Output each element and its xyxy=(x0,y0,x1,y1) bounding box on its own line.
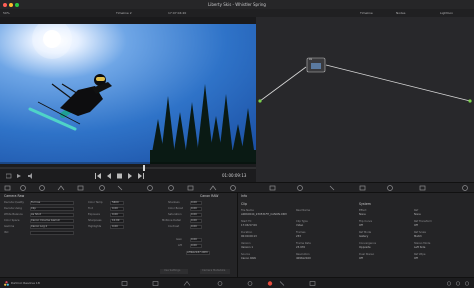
node-editor[interactable]: 01 xyxy=(256,17,474,182)
raw-right-label: Color Boost xyxy=(168,207,183,210)
raw-right-value: 0.00 xyxy=(191,201,197,204)
raw-right-label: Lift xyxy=(178,244,183,247)
raw-right-label: Shadows xyxy=(168,201,180,204)
raw-row-value: Canon Log 2 xyxy=(31,225,48,228)
raw-right-label: Midtone Detail xyxy=(162,219,181,222)
settings-icons[interactable] xyxy=(446,281,470,286)
node-graph xyxy=(258,57,472,103)
raw-row-label: Decode Quality xyxy=(4,201,24,204)
camera-raw-panel: Camera Raw Decode Quality Full res Decod… xyxy=(0,193,237,277)
info-value: Off xyxy=(414,224,418,227)
info-value: 233 xyxy=(296,235,301,238)
toolbar-nodes[interactable]: Nodes xyxy=(396,11,405,15)
clip-header: Clip xyxy=(241,202,248,206)
canon-raw-header: Canon RAW xyxy=(200,194,219,198)
raw-right-value: 0.00 xyxy=(191,213,197,216)
playhead[interactable] xyxy=(143,165,145,171)
raw-right-value: 0.00 xyxy=(191,244,197,247)
info-value: Opposite xyxy=(359,246,371,249)
window-title: Liberty Skis - Whistler Spring xyxy=(208,2,266,7)
toolbar-timeline[interactable]: Timeline xyxy=(360,11,373,15)
info-value: Off xyxy=(359,257,363,260)
page-tabs[interactable] xyxy=(120,280,370,287)
page-navigation-bar: DaVinci Resolve 18 xyxy=(0,277,474,288)
raw-mid-label: Highlights xyxy=(88,225,102,228)
zoom-level[interactable]: 50% xyxy=(3,11,10,15)
use-settings-label: Use Settings xyxy=(164,269,181,272)
raw-right-label: Gain xyxy=(176,238,182,241)
node-label[interactable]: 01 xyxy=(309,58,312,61)
resolve-logo-icon xyxy=(4,281,9,286)
title-bar: Liberty Skis - Whistler Spring xyxy=(0,0,474,9)
raw-right-label: Saturation xyxy=(168,213,182,216)
info-value: 00:00:09:13 xyxy=(241,235,257,238)
camera-metadata-label: Camera Metadata xyxy=(202,269,226,272)
info-value: 23.976 xyxy=(296,246,306,249)
raw-right-value: 0.00 xyxy=(191,238,197,241)
raw-mid-value: 10.00 xyxy=(112,219,120,222)
info-panel: Info Clip System File Name A006C044_2305… xyxy=(237,193,474,277)
info-header: Info xyxy=(241,194,248,198)
info-value: Off xyxy=(359,224,363,227)
raw-row-label: Color Space xyxy=(4,219,20,222)
info-value: Match xyxy=(414,235,422,238)
info-value: 17:06:57:09 xyxy=(241,224,257,227)
raw-right-label: Contrast xyxy=(168,225,180,228)
raw-row-label: Gamma xyxy=(4,225,15,228)
decode-using-select[interactable] xyxy=(30,207,74,211)
info-value: None xyxy=(414,213,421,216)
app-name: DaVinci Resolve 18 xyxy=(11,281,40,285)
video-viewer[interactable] xyxy=(0,24,256,164)
system-header: System xyxy=(359,202,371,206)
raw-mid-value: 5600 xyxy=(112,201,119,204)
raw-mid-label: Sharpness xyxy=(88,219,102,222)
raw-mid-value: 0.00 xyxy=(112,207,118,210)
info-value: Left Side xyxy=(414,246,426,249)
raw-right-value: 0.00 xyxy=(191,219,197,222)
timeline-selector[interactable]: Timeline 2 xyxy=(116,11,132,15)
camera-raw-header: Camera Raw xyxy=(4,194,25,198)
top-toolbar: 50% Timeline 2 17:07:04:20 Timeline Node… xyxy=(0,9,474,23)
viewer-timecode: 01:00:09:13 xyxy=(222,173,247,178)
ski-footage-frame xyxy=(0,24,256,164)
info-value: Version 1 xyxy=(241,246,254,249)
raw-row-label: White Balance xyxy=(4,213,23,216)
palette-tool-strip xyxy=(0,182,474,193)
raw-mid-value: 0.00 xyxy=(112,213,118,216)
viewer-header xyxy=(0,17,256,24)
raw-mid-label: Exposure xyxy=(88,213,101,216)
iso-select[interactable] xyxy=(30,231,74,235)
raw-row-value: Clip xyxy=(31,207,36,210)
scrubber-track[interactable] xyxy=(0,167,256,169)
raw-mid-label: Tint xyxy=(88,207,93,210)
timecode-display: 17:07:04:20 xyxy=(168,10,187,15)
transport-controls[interactable] xyxy=(95,173,150,179)
raw-right-value: 0.00 xyxy=(191,207,197,210)
raw-row-value: Canon Cinema Gamut xyxy=(31,219,60,222)
info-value: Canon RAW xyxy=(241,257,256,260)
raw-right-value: 0.00 xyxy=(191,225,197,228)
info-value: Off xyxy=(414,257,418,260)
info-value: Video xyxy=(296,224,304,227)
raw-mid-label: Color Temp xyxy=(88,201,103,204)
transport-left-icons xyxy=(6,173,32,179)
info-value: Gallery xyxy=(359,235,369,238)
clip-name-value: AH9A2187.CRM xyxy=(187,251,208,254)
info-value: A006C044_230531FH_CANON.CRM xyxy=(241,213,287,216)
raw-mid-value: 0.00 xyxy=(112,225,118,228)
raw-row-value: As Shot xyxy=(31,213,41,216)
transport-bar: 01:00:09:13 xyxy=(0,164,256,182)
info-label: Reel Name xyxy=(296,209,311,212)
raw-row-label: ISO xyxy=(4,231,9,234)
info-value: 4096x2160 xyxy=(296,257,311,260)
info-value: None xyxy=(359,213,366,216)
toolbar-lightbox[interactable]: Lightbox xyxy=(440,11,453,15)
raw-row-value: Full res xyxy=(31,201,41,204)
raw-row-label: Decode Using xyxy=(4,207,22,210)
